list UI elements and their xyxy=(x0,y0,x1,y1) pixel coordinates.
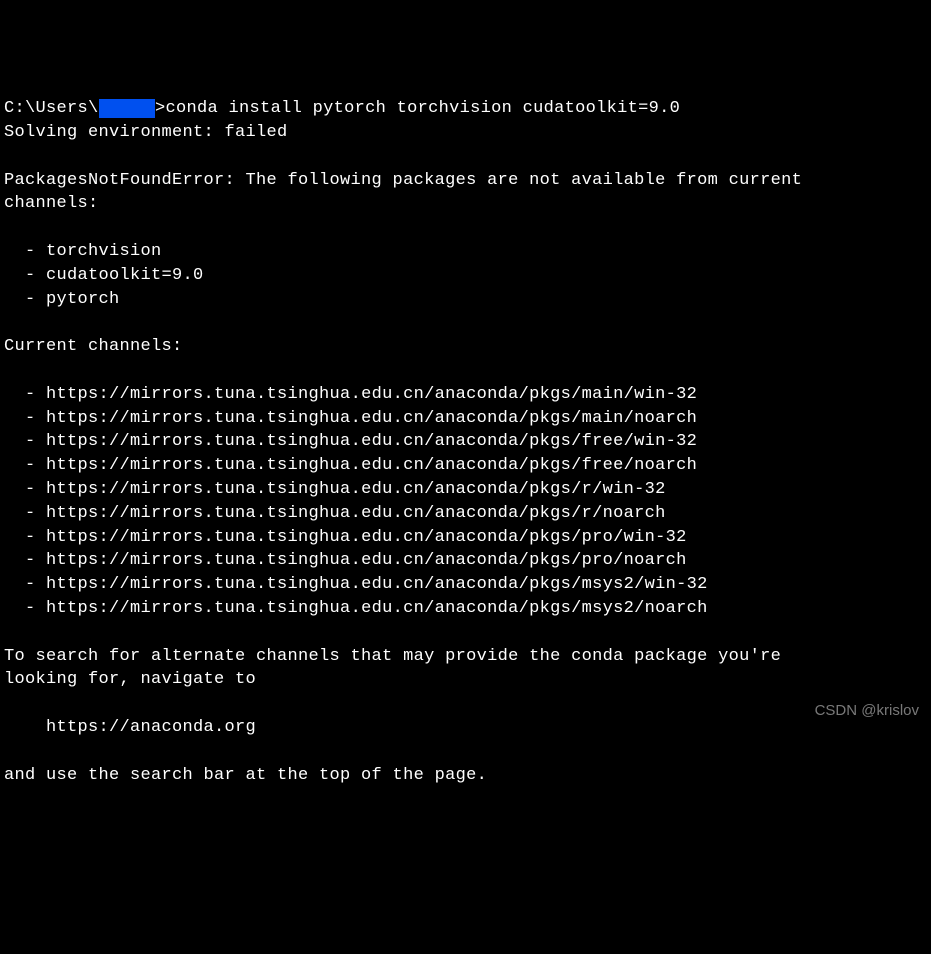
prompt-line: C:\Users\IIIII>conda install pytorch tor… xyxy=(4,99,680,118)
current-channels-label: Current channels: xyxy=(4,337,183,356)
channel-url: https://mirrors.tuna.tsinghua.edu.cn/ana… xyxy=(46,551,687,570)
channel-url: https://mirrors.tuna.tsinghua.edu.cn/ana… xyxy=(46,409,697,428)
channel-url: https://mirrors.tuna.tsinghua.edu.cn/ana… xyxy=(46,599,708,618)
channel-url: https://mirrors.tuna.tsinghua.edu.cn/ana… xyxy=(46,575,708,594)
watermark-text: CSDN @krislov xyxy=(815,700,919,721)
channel-url: https://mirrors.tuna.tsinghua.edu.cn/ana… xyxy=(46,385,697,404)
footer-line1: To search for alternate channels that ma… xyxy=(4,647,781,666)
missing-package: cudatoolkit=9.0 xyxy=(46,266,204,285)
channel-url: https://mirrors.tuna.tsinghua.edu.cn/ana… xyxy=(46,480,666,499)
channel-url: https://mirrors.tuna.tsinghua.edu.cn/ana… xyxy=(46,528,687,547)
prompt-path-prefix: C:\Users\ xyxy=(4,99,99,118)
footer-line2: looking for, navigate to xyxy=(4,670,256,689)
redacted-username: IIIII xyxy=(99,99,156,118)
error-header-line2: channels: xyxy=(4,194,99,213)
channel-url: https://mirrors.tuna.tsinghua.edu.cn/ana… xyxy=(46,504,666,523)
missing-package: pytorch xyxy=(46,290,120,309)
footer-line3: and use the search bar at the top of the… xyxy=(4,766,487,785)
command-text: conda install pytorch torchvision cudato… xyxy=(166,99,681,118)
error-header-line1: PackagesNotFoundError: The following pac… xyxy=(4,171,802,190)
prompt-path-suffix: > xyxy=(155,99,166,118)
terminal-output[interactable]: C:\Users\IIIII>conda install pytorch tor… xyxy=(4,97,927,787)
footer-url: https://anaconda.org xyxy=(4,718,256,737)
channel-url: https://mirrors.tuna.tsinghua.edu.cn/ana… xyxy=(46,456,697,475)
solving-environment-line: Solving environment: failed xyxy=(4,123,288,142)
channel-url: https://mirrors.tuna.tsinghua.edu.cn/ana… xyxy=(46,432,697,451)
missing-package: torchvision xyxy=(46,242,162,261)
